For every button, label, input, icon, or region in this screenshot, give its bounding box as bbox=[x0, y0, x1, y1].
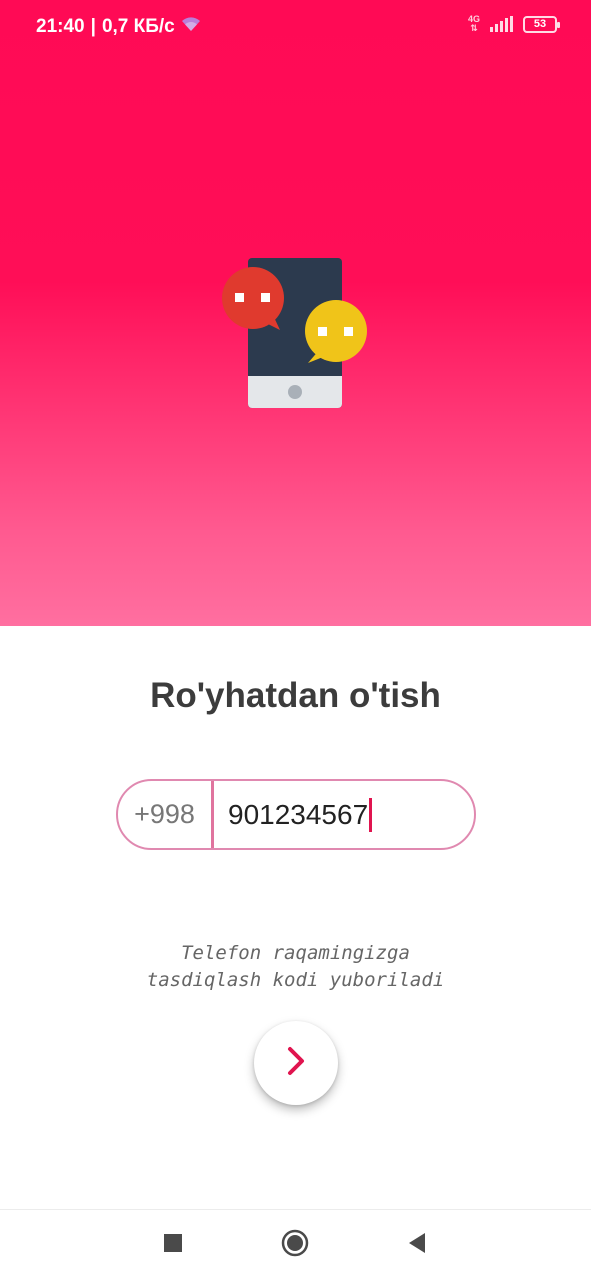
square-icon bbox=[164, 1233, 182, 1257]
phone-input-group: +998 901234567 bbox=[116, 779, 476, 850]
system-navigation-bar bbox=[0, 1209, 591, 1280]
hint-line-1: Telefon raqamingizga bbox=[181, 942, 410, 964]
triangle-back-icon bbox=[407, 1232, 427, 1259]
status-bar: 21:40 | 0,7 КБ/с 4G ⇅ 53 bbox=[0, 0, 591, 52]
page-title: Ro'yhatdan o'tish bbox=[150, 676, 441, 715]
phone-number-input[interactable]: 901234567 bbox=[214, 781, 474, 848]
country-code-prefix: +998 bbox=[118, 781, 214, 848]
verification-hint: Telefon raqamingizga tasdiqlash kodi yub… bbox=[0, 940, 591, 994]
phone-chat-illustration bbox=[220, 255, 370, 415]
signal-icon bbox=[490, 16, 513, 32]
recents-button[interactable] bbox=[158, 1230, 188, 1260]
wifi-icon bbox=[181, 15, 201, 39]
hint-line-2: tasdiqlash kodi yuboriladi bbox=[146, 969, 445, 991]
status-separator: | bbox=[90, 16, 96, 37]
back-button[interactable] bbox=[402, 1230, 432, 1260]
status-time: 21:40 bbox=[36, 16, 85, 37]
circle-icon bbox=[281, 1229, 309, 1262]
text-cursor bbox=[369, 797, 373, 832]
battery-icon: 53 bbox=[523, 15, 560, 33]
next-button[interactable] bbox=[254, 1021, 338, 1105]
chevron-right-icon bbox=[283, 1045, 309, 1082]
home-button[interactable] bbox=[280, 1229, 310, 1262]
network-type: 4G ⇅ bbox=[467, 14, 480, 33]
phone-number-value: 901234567 bbox=[228, 798, 369, 830]
status-speed: 0,7 КБ/с bbox=[101, 16, 175, 37]
